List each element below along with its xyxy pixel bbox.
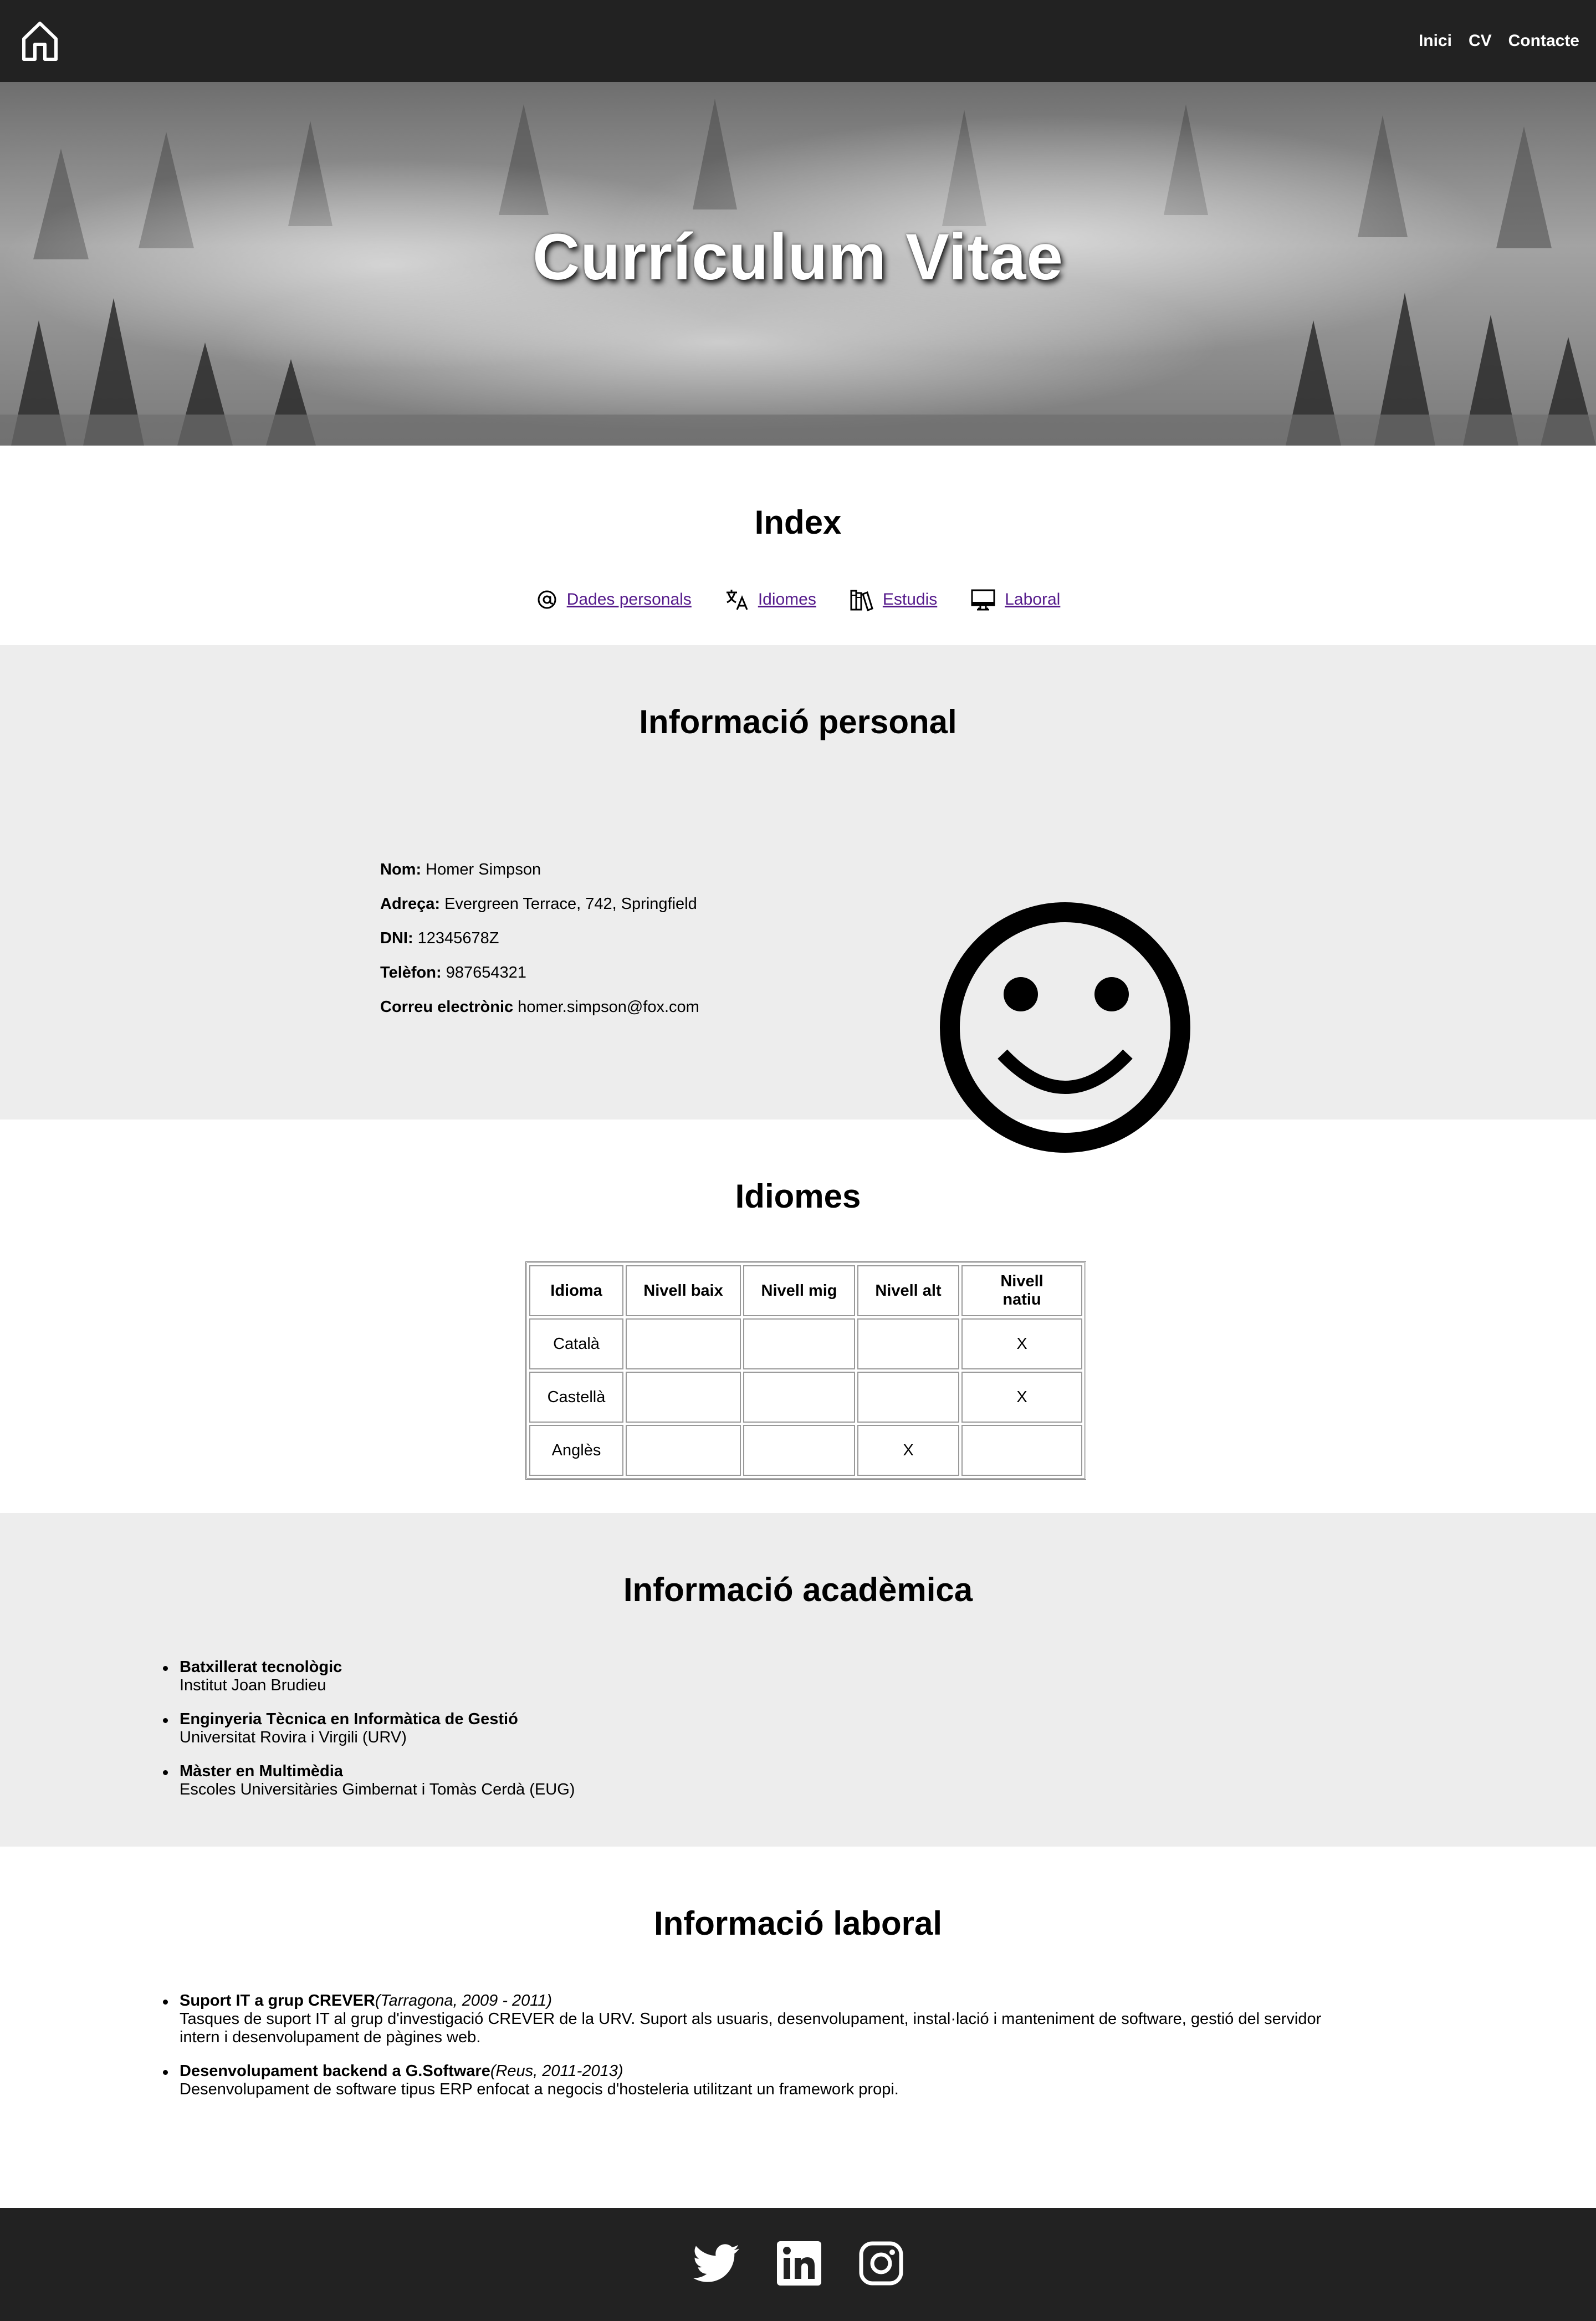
linkedin-icon [777,2241,821,2286]
books-icon [850,590,873,611]
table-cell [857,1372,959,1423]
work-list: Suport IT a grup CREVER(Tarragona, 2009 … [0,1992,1596,2114]
job-meta: (Tarragona, 2009 - 2011) [375,1992,553,2010]
detail-name: Nom: Homer Simpson [380,861,541,878]
nav-contacte[interactable]: Contacte [1508,32,1579,50]
degree-title: Batxillerat tecnològic [180,1658,342,1676]
table-row: Català X [529,1318,1082,1369]
instagram-icon [859,2241,903,2285]
hero-banner: Currículum Vitae [0,82,1596,446]
index-links: Dades personals Idiomes Estudis Laboral [0,587,1596,612]
personal-title: Informació personal [639,703,957,740]
table-cell [626,1318,741,1369]
twitter-icon [693,2243,739,2282]
index-item-work: Laboral [970,587,1060,612]
nav-inici[interactable]: Inici [1419,32,1452,50]
table-cell [626,1372,741,1423]
job-description: Desenvolupament de software tipus ERP en… [180,2080,899,2098]
table-cell [626,1425,741,1476]
degree-title: Enginyeria Tècnica en Informàtica de Ges… [180,1710,518,1728]
table-row: Anglès X [529,1425,1082,1476]
index-section: Index Dades personals Idiomes Estudis La… [0,446,1596,645]
index-item-personal: Dades personals [536,589,692,611]
smiley-icon [940,902,1190,1153]
table-header: Nivell natiu [961,1265,1082,1316]
table-cell: Castellà [529,1372,623,1423]
table-header: Nivell baix [626,1265,741,1316]
at-icon [538,590,556,609]
work-title: Informació laboral [653,1905,943,1942]
table-cell [743,1372,855,1423]
table-header: Nivell alt [857,1265,959,1316]
academic-title: Informació acadèmica [623,1571,973,1608]
job-meta: (Reus, 2011-2013) [490,2062,623,2080]
home-link[interactable] [21,20,59,62]
languages-table: Idioma Nivell baix Nivell mig Nivell alt… [525,1261,1086,1480]
table-cell: Català [529,1318,623,1369]
work-section: Informació laboral Suport IT a grup CREV… [0,1847,1596,2208]
personal-section: Informació personal Nom: Homer Simpson A… [0,645,1596,1153]
hero-title: Currículum Vitae [532,221,1064,294]
table-cell [961,1425,1082,1476]
detail-email: Correu electrònic homer.simpson@fox.com [380,998,699,1016]
translate-icon [726,590,748,610]
monitor-icon [971,589,995,611]
index-link-personal[interactable]: Dades personals [567,590,692,609]
degree-title: Màster en Multimèdia [180,1762,343,1780]
academic-list: Batxillerat tecnològic Institut Joan Bru… [0,1658,807,1814]
school-name: Universitat Rovira i Virgili (URV) [180,1729,407,1746]
nav-cv[interactable]: CV [1469,32,1492,50]
school-name: Institut Joan Brudieu [180,1676,326,1694]
table-cell: Anglès [529,1425,623,1476]
academic-section: Informació acadèmica Batxillerat tecnolò… [0,1513,1596,1847]
instagram-link[interactable] [859,2241,903,2288]
table-cell [743,1425,855,1476]
personal-details: Nom: Homer Simpson Adreça: Evergreen Ter… [380,861,699,1033]
table-header: Nivell mig [743,1265,855,1316]
languages-title: Idiomes [735,1178,861,1215]
job-title: Desenvolupament backend a G.Software [180,2062,490,2080]
detail-phone: Telèfon: 987654321 [380,964,526,981]
school-name: Escoles Universitàries Gimbernat i Tomàs… [180,1781,575,1798]
table-cell [857,1318,959,1369]
main-nav: Inici CV Contacte [1419,32,1579,50]
table-row: Castellà X [529,1372,1082,1423]
table-header: Idioma [529,1265,623,1316]
top-navbar: Inici CV Contacte [0,0,1596,82]
index-link-work[interactable]: Laboral [1005,590,1060,609]
table-cell: X [961,1318,1082,1369]
list-item: Desenvolupament backend a G.Software(Reu… [163,2062,1596,2099]
job-title: Suport IT a grup CREVER [180,1992,375,2010]
twitter-link[interactable] [693,2243,739,2286]
list-item: Màster en Multimèdia Escoles Universitàr… [162,1762,807,1799]
index-title: Index [754,504,842,541]
home-icon [22,22,58,61]
list-item: Suport IT a grup CREVER(Tarragona, 2009 … [163,1992,1596,2047]
list-item: Enginyeria Tècnica en Informàtica de Ges… [162,1710,807,1747]
table-cell: X [857,1425,959,1476]
index-link-languages[interactable]: Idiomes [758,590,816,609]
footer [0,2208,1596,2321]
detail-dni: DNI: 12345678Z [380,929,499,947]
list-item: Batxillerat tecnològic Institut Joan Bru… [162,1658,807,1695]
table-header-row: Idioma Nivell baix Nivell mig Nivell alt… [529,1265,1082,1316]
table-cell [743,1318,855,1369]
table-cell: X [961,1372,1082,1423]
linkedin-link[interactable] [777,2241,821,2288]
index-item-languages: Idiomes [725,587,816,612]
job-description: Tasques de suport IT al grup d'investiga… [180,2010,1322,2046]
detail-address: Adreça: Evergreen Terrace, 742, Springfi… [380,895,697,913]
index-link-studies[interactable]: Estudis [883,590,937,609]
index-item-studies: Estudis [850,587,937,612]
